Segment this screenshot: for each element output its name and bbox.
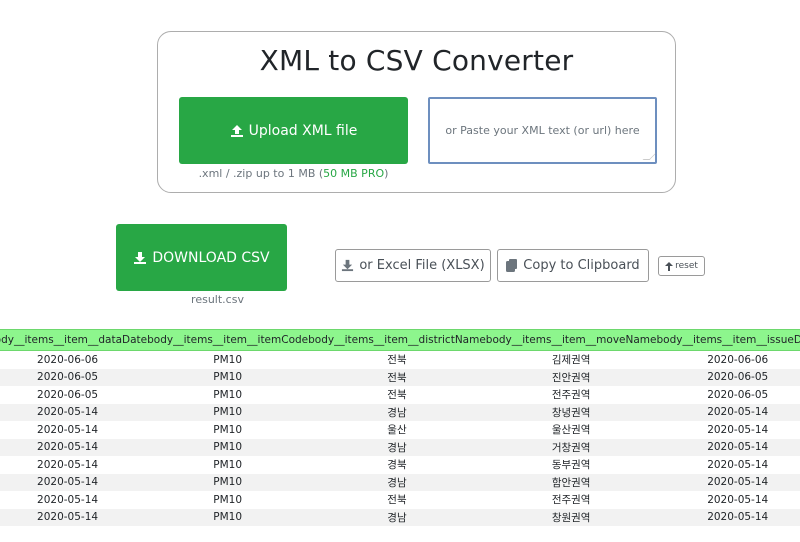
table-cell: 전북 — [387, 494, 407, 507]
table-cell: PM10 — [213, 423, 243, 436]
table-row: 2020-05-14 PM10 경남 거창권역 2020-05-14 — [0, 438, 800, 456]
table-cell: PM10 — [213, 388, 243, 401]
download-icon — [341, 259, 354, 272]
table-row: 2020-05-14 PM10 경북 동부권역 2020-05-14 — [0, 456, 800, 474]
table-cell: PM10 — [147, 438, 309, 456]
copy-icon — [506, 259, 518, 272]
table-row: 2020-05-14 PM10 울산 울산권역 2020-05-14 — [0, 421, 800, 439]
resize-grip-icon[interactable] — [642, 153, 657, 160]
table-cell: 2020-05-14 — [0, 438, 148, 456]
table-cell: 2020-05-14 — [707, 458, 769, 471]
reset-label: reset — [675, 261, 698, 271]
pro-link[interactable]: 50 MB PRO — [323, 167, 384, 180]
reset-button[interactable]: reset — [658, 256, 705, 276]
table-cell: 2020-05-14 — [656, 403, 800, 421]
table-cell: 거창권역 — [485, 438, 657, 456]
download-filename: result.csv — [191, 293, 244, 306]
table-cell: 김제권역 — [551, 354, 591, 367]
table-cell: PM10 — [213, 493, 243, 506]
column-header: body__items__item__itemCode — [147, 329, 309, 351]
table-cell: PM10 — [213, 353, 243, 366]
table-cell: 2020-05-14 — [37, 458, 99, 471]
converter-card: XML to CSV Converter Upload XML file .xm… — [157, 31, 676, 193]
upload-icon — [230, 124, 244, 138]
table-row: 2020-06-05 PM10 전북 진안권역 2020-06-05 — [0, 368, 800, 386]
table-cell: PM10 — [147, 368, 309, 386]
arrow-up-icon — [665, 261, 674, 271]
copy-clipboard-button[interactable]: Copy to Clipboard — [497, 249, 649, 282]
table-row: 2020-05-14 PM10 경남 함안권역 2020-05-14 — [0, 473, 800, 491]
table-cell: 동부권역 — [551, 459, 591, 472]
table-cell: 2020-05-14 — [0, 508, 148, 526]
paste-placeholder: or Paste your XML text (or url) here — [445, 124, 640, 137]
csv-preview-table: body__items__item__dataDate body__items__… — [0, 329, 800, 526]
download-csv-button[interactable]: DOWNLOAD CSV — [116, 224, 287, 291]
table-body: 2020-06-06 PM10 전북 김제권역 2020-06-06 2020-06-05… — [0, 351, 800, 526]
table-cell: 경남 — [308, 403, 486, 421]
table-cell: 2020-06-05 — [656, 368, 800, 386]
table-cell: 전주권역 — [551, 494, 591, 507]
table-row: 2020-06-05 PM10 전북 전주권역 2020-06-05 — [0, 386, 800, 404]
table-cell: 2020-06-06 — [707, 353, 769, 366]
table-cell: 경북 — [387, 459, 407, 472]
table-cell: PM10 — [147, 508, 309, 526]
table-cell: 함안권역 — [485, 473, 657, 491]
table-cell: 경남 — [308, 438, 486, 456]
table-cell: 2020-06-06 — [37, 353, 99, 366]
table-cell: 창원권역 — [485, 508, 657, 526]
table-header-row: body__items__item__dataDate body__items__… — [0, 329, 800, 351]
download-csv-label: DOWNLOAD CSV — [152, 249, 270, 266]
table-cell: 2020-05-14 — [0, 473, 148, 491]
table-cell: PM10 — [213, 458, 243, 471]
table-cell: 전북 — [387, 389, 407, 402]
table-cell: 2020-05-14 — [37, 493, 99, 506]
table-cell: 2020-05-14 — [0, 403, 148, 421]
table-cell: PM10 — [147, 403, 309, 421]
table-cell: 2020-06-05 — [0, 368, 148, 386]
column-header: body__items__item__dataDate — [0, 329, 148, 351]
table-row: 2020-06-06 PM10 전북 김제권역 2020-06-06 — [0, 351, 800, 369]
upload-limit-note: .xml / .zip up to 1 MB (50 MB PRO) — [198, 167, 389, 180]
upload-xml-label: Upload XML file — [248, 122, 358, 139]
table-cell: 울산권역 — [551, 424, 591, 437]
upload-xml-button[interactable]: Upload XML file — [179, 97, 408, 164]
copy-clipboard-label: Copy to Clipboard — [523, 258, 640, 273]
table-cell: 울산 — [387, 424, 407, 437]
table-cell: 2020-05-14 — [707, 493, 769, 506]
table-cell: 2020-05-14 — [707, 423, 769, 436]
table-cell: 2020-05-14 — [656, 508, 800, 526]
table-cell: 전북 — [387, 354, 407, 367]
column-header: body__items__item__districtName — [308, 329, 486, 351]
excel-download-label: or Excel File (XLSX) — [359, 258, 485, 273]
column-header: body__items__item__issueDate — [656, 329, 800, 351]
table-cell: 2020-05-14 — [656, 438, 800, 456]
table-row: 2020-05-14 PM10 경남 창원권역 2020-05-14 — [0, 508, 800, 526]
table-cell: PM10 — [147, 473, 309, 491]
table-cell: 2020-05-14 — [37, 423, 99, 436]
table-cell: 경남 — [308, 508, 486, 526]
table-cell: 경남 — [308, 473, 486, 491]
table-cell: 2020-06-05 — [37, 388, 99, 401]
table-cell: 2020-05-14 — [656, 473, 800, 491]
table-row: 2020-05-14 PM10 전북 전주권역 2020-05-14 — [0, 491, 800, 509]
excel-download-button[interactable]: or Excel File (XLSX) — [335, 249, 491, 282]
table-cell: 전주권역 — [551, 389, 591, 402]
table-row: 2020-05-14 PM10 경남 창녕권역 2020-05-14 — [0, 403, 800, 421]
download-icon — [133, 251, 147, 265]
column-header: body__items__item__moveName — [485, 329, 657, 351]
table-cell: 진안권역 — [485, 368, 657, 386]
table-cell: 창녕권역 — [485, 403, 657, 421]
page-title: XML to CSV Converter — [259, 44, 574, 77]
table-cell: 전북 — [308, 368, 486, 386]
table-cell: 2020-06-05 — [707, 388, 769, 401]
paste-xml-textarea[interactable]: or Paste your XML text (or url) here — [428, 97, 657, 164]
